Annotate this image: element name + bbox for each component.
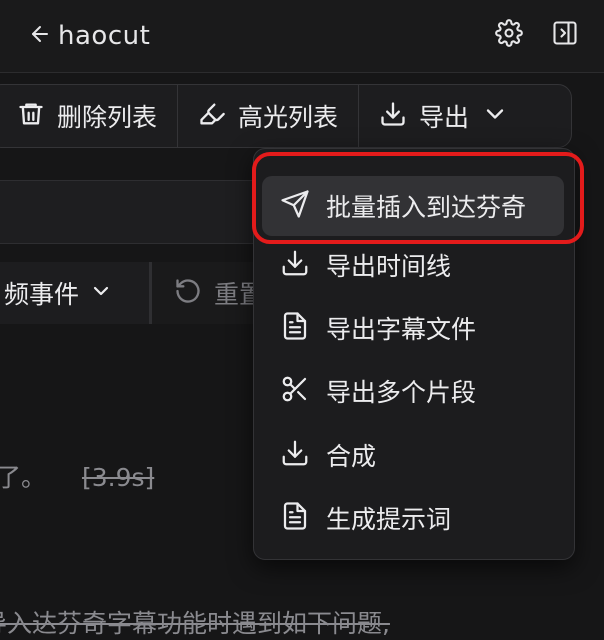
menu-item-label: 导出字幕文件 — [326, 315, 477, 344]
menu-item-label: 导出时间线 — [326, 252, 452, 281]
toolbar: 删除列表 高光列表 导出 — [0, 84, 572, 148]
menu-item-label: 批量插入到达芬奇 — [326, 193, 527, 222]
download-icon — [280, 438, 310, 472]
chevron-down-icon — [89, 279, 113, 307]
duration-tag: [3.9s] — [81, 463, 155, 492]
trash-icon — [17, 100, 45, 132]
arrow-left-icon — [28, 22, 52, 50]
export-label: 导出 — [419, 103, 470, 132]
transcript-text: 导入达芬奇字幕功能时遇到如下问题, — [0, 609, 390, 638]
menu-item-label: 生成提示词 — [326, 505, 452, 534]
menu-item-generate-prompt[interactable]: 生成提示词 — [262, 488, 564, 548]
menu-item-batch-insert-davinci[interactable]: 批量插入到达芬奇 — [262, 176, 564, 236]
transcript-line[interactable]: 了。 [3.9s] — [0, 458, 154, 494]
menu-item-export-timeline[interactable]: 导出时间线 — [262, 235, 564, 295]
download-icon — [379, 100, 407, 132]
chevron-down-icon — [481, 100, 509, 132]
top-bar: haocut — [0, 0, 604, 73]
transcript-line[interactable]: 导入达芬奇字幕功能时遇到如下问题, — [0, 604, 390, 640]
delete-list-button[interactable]: 删除列表 — [0, 85, 177, 147]
delete-list-label: 删除列表 — [57, 103, 158, 132]
highlight-list-button[interactable]: 高光列表 — [178, 85, 358, 147]
export-menu: 批量插入到达芬奇 导出时间线 导出字幕文件 导出多个片段 合成 生成提示词 — [253, 148, 575, 560]
download-icon — [280, 248, 310, 282]
reset-icon — [174, 277, 202, 309]
export-dropdown-button[interactable]: 导出 — [359, 85, 529, 147]
toggle-panel-button[interactable] — [550, 20, 580, 50]
menu-item-export-subtitles[interactable]: 导出字幕文件 — [262, 298, 564, 358]
app-title: haocut — [58, 21, 151, 51]
gear-icon — [495, 19, 523, 51]
menu-item-compose[interactable]: 合成 — [262, 425, 564, 485]
filter-row: 频事件 重置 — [0, 262, 292, 324]
transcript-text: 了。 — [0, 463, 47, 492]
menu-item-label: 导出多个片段 — [326, 378, 477, 407]
highlighter-icon — [198, 100, 226, 132]
back-button[interactable]: haocut — [28, 18, 150, 54]
highlight-list-label: 高光列表 — [238, 103, 339, 132]
send-icon — [280, 189, 310, 223]
menu-item-label: 合成 — [326, 442, 377, 471]
document-icon — [280, 501, 310, 535]
event-filter-button[interactable]: 频事件 — [0, 262, 152, 324]
document-icon — [280, 311, 310, 345]
event-filter-label: 频事件 — [4, 280, 80, 309]
sidebar-toggle-icon — [551, 19, 579, 51]
menu-item-export-clips[interactable]: 导出多个片段 — [262, 361, 564, 421]
settings-button[interactable] — [494, 19, 524, 51]
scissors-icon — [280, 374, 310, 408]
